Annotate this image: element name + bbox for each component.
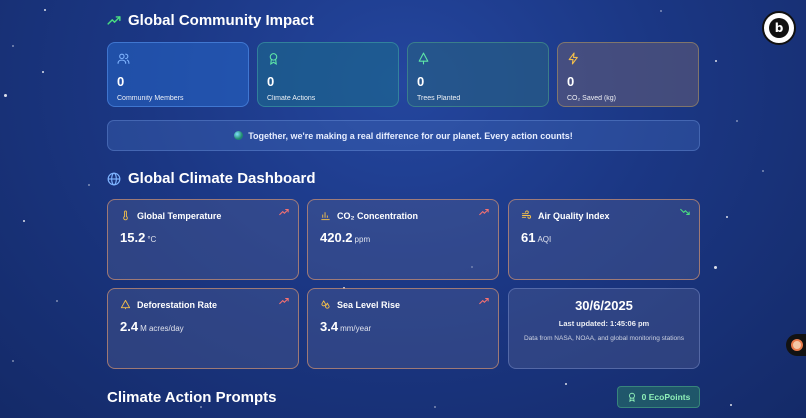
bar-chart-icon — [321, 212, 330, 221]
metric-value: 15.2 — [120, 230, 146, 245]
trending-up-icon — [107, 15, 121, 25]
stat-card-members: 0 Community Members — [107, 42, 249, 107]
metric-unit: ppm — [354, 235, 371, 244]
trend-up-icon — [479, 208, 489, 216]
current-date: 30/6/2025 — [575, 298, 633, 313]
thermometer-icon — [123, 210, 128, 221]
dashboard-title: Global Climate Dashboard — [128, 170, 316, 187]
dashboard-section-title: Global Climate Dashboard — [107, 170, 316, 187]
metric-label: Global Temperature — [137, 210, 222, 221]
trend-down-icon — [680, 208, 690, 216]
stat-label: Community Members — [117, 95, 184, 102]
metric-card-air-quality: Air Quality Index 61 AQI — [508, 199, 700, 280]
metric-card-temperature: Global Temperature 15.2 °C — [107, 199, 299, 280]
stat-value: 0 — [417, 74, 425, 89]
stat-label: Trees Planted — [417, 95, 461, 102]
brand-logo-badge[interactable]: b — [762, 11, 796, 45]
award-icon — [628, 392, 635, 402]
chat-avatar-icon — [791, 339, 803, 351]
users-icon — [117, 53, 130, 64]
award-icon — [269, 53, 278, 65]
stat-value: 0 — [567, 74, 575, 89]
trend-up-icon — [279, 208, 289, 216]
stat-card-co2: 0 CO₂ Saved (kg) — [557, 42, 699, 107]
stat-value: 0 — [267, 74, 275, 89]
metric-unit: mm/year — [340, 324, 372, 333]
metric-unit: °C — [147, 235, 157, 244]
eco-points-button[interactable]: 0 EcoPoints — [617, 386, 700, 408]
data-source-text: Data from NASA, NOAA, and global monitor… — [523, 335, 685, 342]
metric-label: CO₂ Concentration — [337, 210, 418, 221]
metric-card-co2: CO₂ Concentration 420.2 ppm — [307, 199, 499, 280]
eco-points-label: 0 EcoPoints — [641, 392, 691, 402]
metric-label: Air Quality Index — [538, 210, 610, 221]
community-title: Global Community Impact — [128, 12, 314, 29]
wind-icon — [521, 210, 532, 219]
earth-icon — [234, 131, 244, 140]
last-updated-text: Last updated: 1:45:06 pm — [558, 319, 650, 328]
stat-card-actions: 0 Climate Actions — [257, 42, 399, 107]
metric-value: 2.4 — [120, 319, 139, 334]
prompts-title: Climate Action Prompts — [107, 389, 277, 406]
stat-value: 0 — [117, 74, 125, 89]
floating-widget-button[interactable] — [786, 334, 806, 356]
metric-card-deforestation: Deforestation Rate 2.4 M acres/day — [107, 288, 299, 369]
stat-label: CO₂ Saved (kg) — [567, 95, 617, 102]
trend-up-icon — [479, 297, 489, 305]
stat-label: Climate Actions — [267, 95, 316, 102]
last-updated-card: 30/6/2025 Last updated: 1:45:06 pm Data … — [508, 288, 700, 369]
metric-card-sea-level: Sea Level Rise 3.4 mm/year — [307, 288, 499, 369]
metric-value: 3.4 — [320, 319, 339, 334]
brand-logo-icon: b — [769, 18, 789, 38]
metric-label: Sea Level Rise — [337, 299, 401, 310]
tree-outline-icon — [120, 299, 131, 310]
metric-unit: AQI — [537, 235, 552, 244]
stat-card-trees: 0 Trees Planted — [407, 42, 549, 107]
banner-text: Together, we're making a real difference… — [248, 130, 573, 141]
metric-value: 420.2 — [320, 230, 353, 245]
trend-up-icon — [279, 297, 289, 305]
community-section-title: Global Community Impact — [107, 12, 314, 29]
metric-label: Deforestation Rate — [137, 299, 218, 310]
community-banner: Together, we're making a real difference… — [107, 120, 700, 151]
tree-icon — [418, 52, 429, 65]
droplets-icon — [321, 300, 330, 309]
globe-icon — [107, 172, 121, 185]
prompts-section-title: Climate Action Prompts — [107, 389, 276, 406]
bolt-icon — [568, 52, 578, 65]
metric-value: 61 — [521, 230, 536, 245]
metric-unit: M acres/day — [140, 324, 184, 333]
